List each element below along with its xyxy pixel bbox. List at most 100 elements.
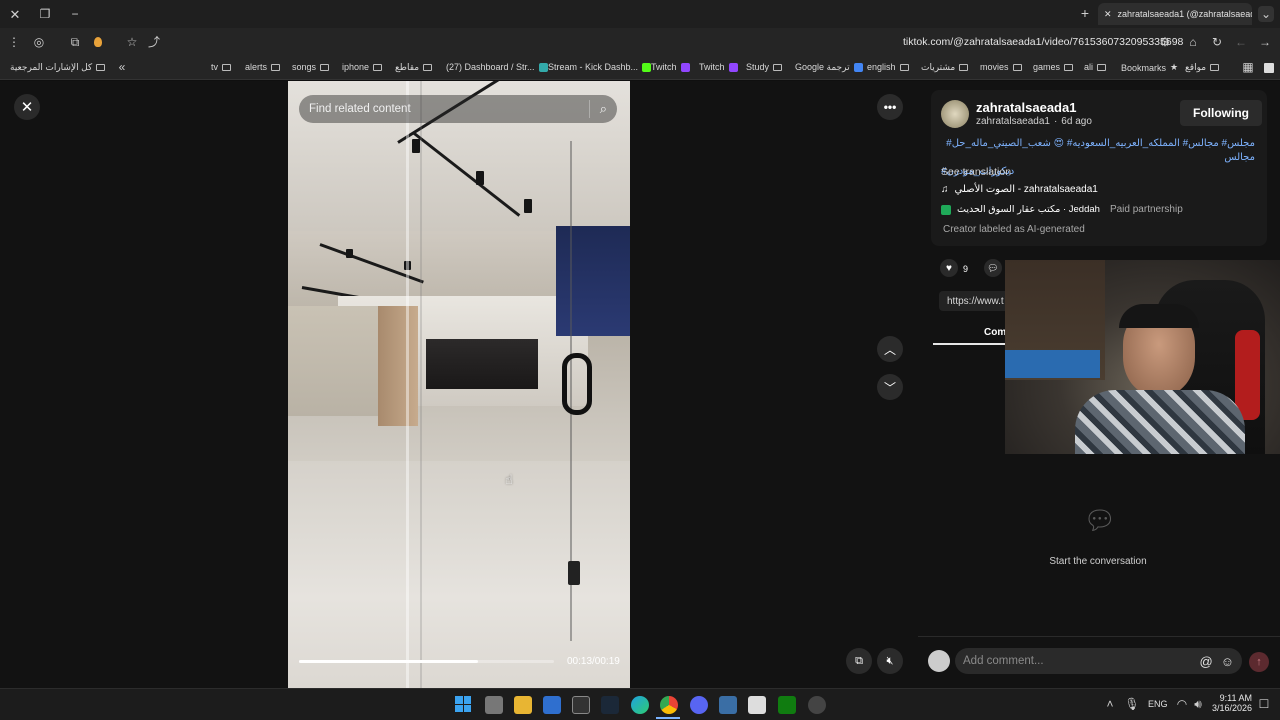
bookmark-iphone[interactable]: iphone <box>342 62 383 72</box>
home-icon[interactable]: ⌂ <box>1186 35 1200 49</box>
following-button[interactable]: Following <box>1180 100 1262 126</box>
comments-tab[interactable]: Com <box>984 327 1006 338</box>
send-comment-button[interactable]: ↑ <box>1249 652 1269 672</box>
file-explorer-icon[interactable] <box>514 696 532 714</box>
more-options-icon[interactable]: ••• <box>877 94 903 120</box>
bookmark-sites[interactable]: مواقع <box>1185 62 1220 73</box>
chrome-icon[interactable] <box>660 696 678 714</box>
windows-start-icon[interactable] <box>455 696 471 712</box>
star-bookmark-icon[interactable]: ☆ <box>125 35 139 49</box>
video-player[interactable] <box>288 81 630 688</box>
like-heart-icon[interactable]: ♥ <box>940 259 958 277</box>
divider <box>588 100 590 118</box>
clock[interactable]: 9:11 AM 3/16/2026 <box>1212 693 1252 713</box>
bookmark-kick[interactable]: Stream - Kick Dashb... <box>548 62 652 72</box>
steam-icon[interactable] <box>601 696 619 714</box>
back-icon[interactable]: → <box>1258 35 1272 49</box>
tab-search-icon[interactable]: ⌄ <box>1258 6 1274 22</box>
site-settings-icon[interactable]: ⚙ <box>1158 35 1172 49</box>
streamer-hair <box>1119 304 1199 328</box>
clock-date: 3/16/2026 <box>1212 703 1253 713</box>
mention-icon[interactable]: @ <box>1200 654 1213 669</box>
restore-window-icon[interactable]: ❐ <box>38 7 52 21</box>
user-avatar[interactable] <box>928 650 950 672</box>
store-icon[interactable] <box>543 696 561 714</box>
video-progress-bar[interactable] <box>299 660 554 663</box>
bookmark-dashboard[interactable]: (27) Dashboard / Str... <box>446 62 548 72</box>
bookmark-movies[interactable]: movies <box>980 62 1022 72</box>
creator-username[interactable]: zahratalsaeada1 <box>976 100 1076 115</box>
comment-input[interactable]: Add comment... @ ☺ <box>955 648 1242 674</box>
creator-meta: zahratalsaeada1 · 6d ago <box>976 116 1092 127</box>
bookmark-games[interactable]: games <box>1033 62 1074 72</box>
bookmark-study[interactable]: Study <box>746 62 783 72</box>
creator-avatar[interactable] <box>941 100 969 128</box>
active-tab[interactable]: ✕ zahratalsaeada1 (@zahratalsaeada1) <box>1098 3 1252 25</box>
app-icon[interactable] <box>808 696 826 714</box>
bookmark-purchases[interactable]: مشتريات <box>921 62 969 73</box>
next-video-chevron-down-icon[interactable]: ﹀ <box>877 374 903 400</box>
bookmark-google-translate[interactable]: Google ترجمة <box>795 62 863 73</box>
bookmark-alerts[interactable]: alerts <box>245 62 281 72</box>
discord-icon[interactable] <box>690 696 708 714</box>
reading-list-icon[interactable] <box>1264 63 1274 73</box>
wifi-icon[interactable]: ◠ <box>1176 698 1188 710</box>
bookmark-twitch-1[interactable]: Twitch <box>651 62 690 72</box>
notifications-icon[interactable]: ☐ <box>1258 698 1270 710</box>
reload-icon[interactable]: ↻ <box>1210 35 1224 49</box>
profile-icon[interactable]: ◎ <box>32 35 46 49</box>
comment-bubble-icon[interactable]: 💬︎ <box>984 259 1002 277</box>
new-tab-icon[interactable]: + <box>1078 6 1092 20</box>
forward-icon[interactable]: ← <box>1234 35 1248 49</box>
tray-chevron-up-icon[interactable]: ˄ <box>1104 698 1116 710</box>
task-view-icon[interactable] <box>485 696 503 714</box>
copy-link-field[interactable]: https://www.t <box>939 291 1009 311</box>
folder-icon <box>423 64 433 71</box>
microphone-icon[interactable]: 🎙︎ <box>1124 698 1139 710</box>
share-icon[interactable]: ⤴ <box>147 35 161 49</box>
xbox-icon[interactable] <box>778 696 796 714</box>
twitch-favicon-icon <box>680 62 690 72</box>
app-icon[interactable] <box>719 696 737 714</box>
see-translation-link[interactable]: See translation <box>941 166 1011 178</box>
mute-icon[interactable]: 🔇︎ <box>877 648 903 674</box>
close-video-icon[interactable]: ✕ <box>14 94 40 120</box>
menu-icon[interactable]: ⋮ <box>8 35 20 49</box>
volume-icon[interactable]: 🔊︎ <box>1192 698 1204 710</box>
app-icon[interactable] <box>748 696 766 714</box>
bookmark-english[interactable]: english <box>867 62 909 72</box>
language-indicator[interactable]: ENG <box>1148 699 1168 709</box>
close-window-icon[interactable]: ✕ <box>8 7 22 21</box>
extension-badge-icon[interactable] <box>94 37 102 47</box>
bookmark-twitch-2[interactable]: Twitch <box>699 62 738 72</box>
previous-video-chevron-up-icon[interactable]: ︿ <box>877 336 903 362</box>
bookmark-songs[interactable]: songs <box>292 62 330 72</box>
folder-icon <box>96 64 106 71</box>
all-bookmarks[interactable]: كل الإشارات المرجعية <box>10 62 106 73</box>
more-bookmarks-icon[interactable]: « <box>116 61 128 73</box>
location-row[interactable]: مكتب عقار السوق الحديث · Jeddah Paid par… <box>941 204 1183 215</box>
related-search-bar[interactable]: Find related content ⌕ <box>299 95 617 123</box>
edge-icon[interactable] <box>631 696 649 714</box>
bookmark-ali[interactable]: ali <box>1084 62 1107 72</box>
folder-icon <box>1210 64 1220 71</box>
folder-icon <box>959 64 969 71</box>
comment-placeholder[interactable]: Add comment... <box>963 655 1200 667</box>
windows-taskbar: ˄ 🎙︎ ENG ◠ 🔊︎ 9:11 AM 3/16/2026 ☐ <box>0 688 1280 720</box>
extensions-icon[interactable]: ⧉ <box>68 35 82 49</box>
bookmark-tv[interactable]: tv <box>211 62 232 72</box>
search-icon[interactable]: ⌕ <box>600 101 607 117</box>
webcam-blue-shelf <box>1005 350 1100 378</box>
url-text[interactable]: tiktok.com/@zahratalsaeada1/video/761536… <box>903 36 1183 48</box>
dashboard-favicon-icon <box>538 62 548 72</box>
emoji-icon[interactable]: ☺ <box>1221 654 1234 669</box>
bookmark-bookmarks[interactable]: Bookmarks ★ <box>1121 62 1178 73</box>
app-icon[interactable] <box>572 696 590 714</box>
related-search-placeholder[interactable]: Find related content <box>309 103 589 115</box>
close-tab-icon[interactable]: ✕ <box>1104 9 1112 20</box>
minimize-window-icon[interactable]: − <box>68 7 82 21</box>
picture-in-picture-icon[interactable]: ⧉ <box>846 648 872 674</box>
apps-grid-icon[interactable]: ▦ <box>1242 61 1254 73</box>
sound-row[interactable]: ♫ الصوت الأصلي - zahratalsaeada1 <box>941 184 1098 195</box>
bookmark-clips[interactable]: مقاطع <box>395 62 433 73</box>
